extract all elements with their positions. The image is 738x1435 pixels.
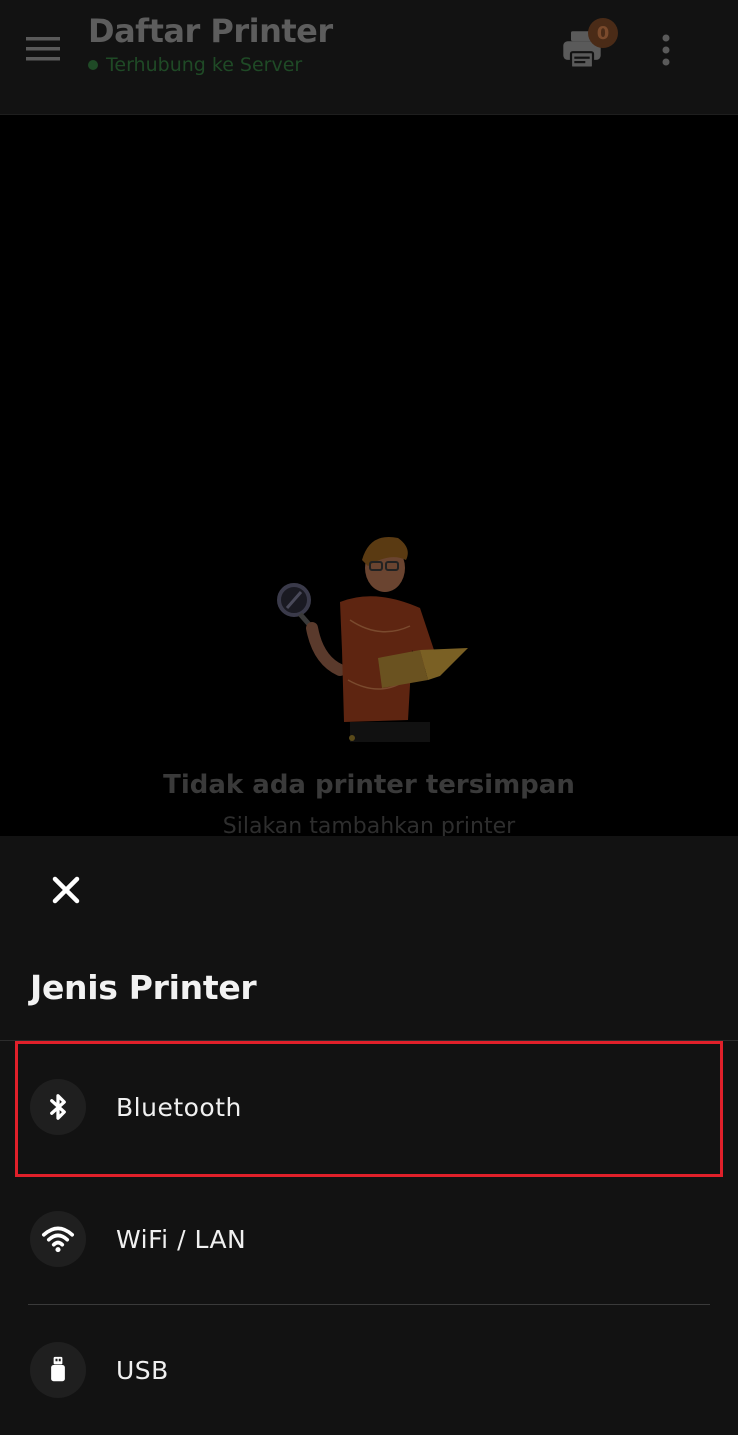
wifi-icon	[30, 1211, 86, 1267]
empty-state-illustration	[277, 536, 468, 742]
screen: Daftar Printer Terhubung ke Server 0 Tid…	[0, 0, 738, 1435]
option-label: USB	[116, 1355, 169, 1385]
app-bar: Daftar Printer Terhubung ke Server 0	[0, 0, 738, 115]
printer-type-sheet: Jenis Printer Bluetooth WiFi / LAN USB	[0, 836, 738, 1435]
status-text: Terhubung ke Server	[106, 54, 303, 76]
option-usb[interactable]: USB	[0, 1304, 738, 1435]
print-queue-button[interactable]: 0	[558, 18, 622, 76]
empty-state-title: Tidak ada printer tersimpan	[163, 770, 575, 800]
more-vertical-icon[interactable]	[656, 34, 676, 66]
queue-count-badge: 0	[588, 18, 618, 48]
option-label: Bluetooth	[116, 1092, 242, 1122]
bluetooth-icon	[30, 1079, 86, 1135]
menu-icon[interactable]	[26, 36, 60, 62]
connection-status: Terhubung ke Server	[88, 54, 333, 76]
title-block: Daftar Printer Terhubung ke Server	[88, 12, 333, 76]
page-title: Daftar Printer	[88, 12, 333, 50]
option-bluetooth[interactable]: Bluetooth	[0, 1041, 738, 1173]
status-dot	[88, 60, 98, 70]
close-icon[interactable]	[46, 870, 86, 910]
sheet-title: Jenis Printer	[30, 968, 257, 1007]
usb-icon	[30, 1342, 86, 1398]
option-wifi-lan[interactable]: WiFi / LAN	[0, 1173, 738, 1305]
option-label: WiFi / LAN	[116, 1224, 247, 1254]
